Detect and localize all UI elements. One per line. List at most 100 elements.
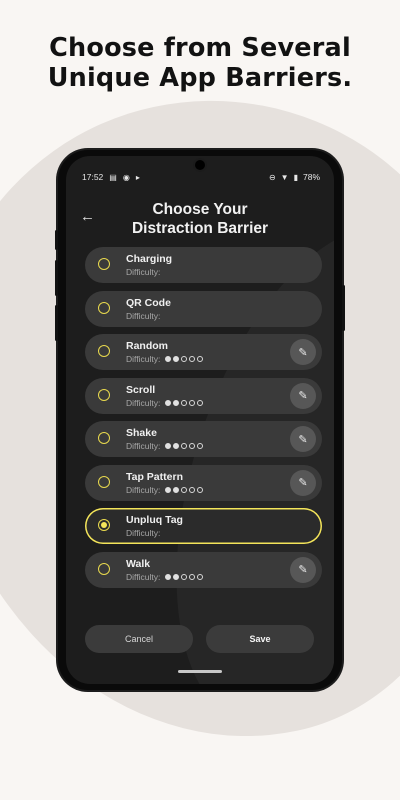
difficulty-row: Difficulty: [126, 311, 160, 321]
cancel-button[interactable]: Cancel [85, 625, 193, 653]
barrier-option[interactable]: QR Code Difficulty: [85, 290, 322, 327]
difficulty-dot-empty [197, 486, 204, 493]
battery-icon: ▮ [293, 172, 298, 182]
battery-percent: 78% [302, 172, 320, 182]
radio-button[interactable] [98, 475, 110, 488]
wifi-icon: ▼ [280, 172, 289, 182]
difficulty-dot-empty [181, 573, 188, 580]
difficulty-row: Difficulty: [126, 354, 204, 364]
barrier-option-label: Scroll [126, 383, 156, 396]
headline-line-1: Choose from Several [49, 33, 351, 63]
difficulty-dot-filled [173, 486, 180, 493]
page-title-line-1: Choose Your [152, 201, 248, 218]
difficulty-dot-filled [173, 443, 180, 449]
radio-button[interactable] [98, 562, 110, 575]
barrier-option-label: Shake [126, 427, 157, 439]
radio-button[interactable] [98, 388, 110, 401]
power-button [342, 285, 345, 331]
barrier-option[interactable]: Charging Difficulty: [85, 247, 322, 283]
difficulty-row: Difficulty: [126, 397, 204, 408]
difficulty-dot-empty [189, 573, 196, 580]
difficulty-dot-empty [181, 443, 188, 449]
difficulty-dot-empty [189, 399, 196, 406]
difficulty-dot-empty [197, 443, 204, 449]
barrier-option-label: Random [126, 340, 168, 352]
difficulty-dot-empty [189, 486, 196, 493]
difficulty-dot-empty [197, 573, 204, 580]
volume-button-3 [55, 305, 58, 341]
dnd-icon: ⊖ [268, 172, 276, 182]
difficulty-dot-empty [189, 356, 196, 362]
radio-button[interactable] [98, 345, 110, 357]
edit-pencil-icon[interactable]: ✎ [290, 382, 316, 409]
difficulty-label: Difficulty: [126, 310, 161, 321]
edit-pencil-icon[interactable]: ✎ [290, 556, 316, 583]
difficulty-rating [165, 356, 204, 362]
difficulty-dot-filled [165, 356, 172, 362]
barrier-option[interactable]: Scroll Difficulty: ✎ [85, 377, 322, 414]
barrier-option-label: Walk [126, 557, 151, 570]
message-icon: ▤ [109, 172, 117, 182]
barrier-option-label: Unpluq Tag [126, 514, 183, 526]
barrier-option-label: Charging [126, 253, 173, 265]
difficulty-rating [165, 573, 204, 580]
difficulty-row: Difficulty: [126, 441, 204, 451]
difficulty-dot-empty [181, 356, 188, 362]
difficulty-row: Difficulty: [126, 267, 160, 277]
difficulty-label: Difficulty: [126, 441, 161, 451]
difficulty-dot-filled [173, 573, 180, 580]
difficulty-rating [165, 443, 204, 449]
barrier-option[interactable]: Shake Difficulty: ✎ [85, 421, 322, 457]
app-notification-icon: ◉ [122, 172, 130, 182]
phone-frame: 17:52 ▤ ◉ ▸ ⊖ ▼ ▮ 78% ← Choose Your Dist… [55, 150, 345, 690]
front-camera [195, 160, 205, 170]
difficulty-dot-empty [181, 399, 188, 406]
difficulty-dot-filled [173, 399, 180, 406]
barrier-option-label: Tap Pattern [126, 470, 183, 483]
small-notification-icon: ▸ [135, 172, 140, 182]
difficulty-dot-empty [189, 443, 196, 449]
home-indicator[interactable] [178, 670, 222, 673]
barrier-option[interactable]: Tap Pattern Difficulty: ✎ [85, 464, 322, 501]
difficulty-label: Difficulty: [126, 267, 161, 277]
save-button[interactable]: Save [206, 625, 314, 653]
difficulty-label: Difficulty: [126, 528, 161, 538]
edit-pencil-icon[interactable]: ✎ [290, 339, 316, 365]
difficulty-dot-filled [165, 399, 172, 406]
status-time: 17:52 [82, 172, 104, 182]
difficulty-dot-filled [165, 443, 172, 449]
headline: Choose from Several Unique App Barriers. [0, 33, 400, 93]
barrier-option[interactable]: Walk Difficulty: ✎ [85, 551, 322, 588]
difficulty-rating [165, 399, 204, 406]
difficulty-label: Difficulty: [126, 484, 161, 495]
difficulty-dot-empty [181, 486, 188, 493]
difficulty-label: Difficulty: [126, 397, 161, 408]
barrier-option[interactable]: Unpluq Tag Difficulty: [85, 508, 322, 544]
radio-button[interactable] [98, 301, 110, 314]
page-title-line-2: Distraction Barrier [131, 220, 269, 237]
edit-pencil-icon[interactable]: ✎ [290, 426, 316, 452]
difficulty-dot-empty [197, 399, 204, 406]
difficulty-row: Difficulty: [126, 528, 160, 538]
volume-button-2 [55, 260, 58, 296]
edit-pencil-icon[interactable]: ✎ [290, 469, 316, 496]
difficulty-dot-filled [165, 486, 172, 493]
status-bar: 17:52 ▤ ◉ ▸ ⊖ ▼ ▮ 78% [82, 170, 320, 184]
difficulty-label: Difficulty: [126, 354, 161, 364]
radio-button[interactable] [98, 432, 110, 444]
difficulty-dot-empty [197, 356, 204, 362]
volume-button-1 [55, 230, 58, 250]
headline-line-2: Unique App Barriers. [47, 63, 353, 93]
difficulty-rating [165, 486, 204, 493]
difficulty-dot-filled [173, 356, 180, 362]
difficulty-dot-filled [165, 573, 172, 580]
barrier-option[interactable]: Random Difficulty: ✎ [85, 334, 322, 370]
radio-button[interactable] [98, 258, 110, 270]
page-title: Choose Your Distraction Barrier [66, 200, 334, 238]
difficulty-label: Difficulty: [126, 571, 161, 582]
phone-screen: 17:52 ▤ ◉ ▸ ⊖ ▼ ▮ 78% ← Choose Your Dist… [66, 156, 334, 684]
difficulty-row: Difficulty: [126, 484, 204, 495]
barrier-option-label: QR Code [126, 296, 171, 309]
difficulty-row: Difficulty: [126, 571, 204, 582]
radio-button[interactable] [98, 519, 110, 531]
